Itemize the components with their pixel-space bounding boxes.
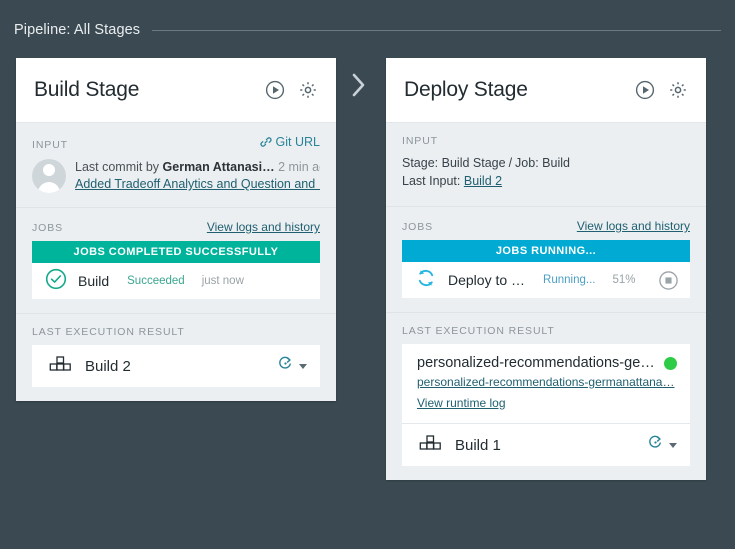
check-circle-icon (45, 268, 67, 295)
stage-title: Build Stage (34, 78, 140, 101)
jobs-status-banner: JOBS RUNNING... (402, 240, 690, 262)
git-url-label: Git URL (275, 135, 320, 149)
job-row[interactable]: Build Succeeded just now (32, 263, 320, 299)
view-logs-and-history-link[interactable]: View logs and history (207, 220, 320, 234)
page-title: Pipeline: All Stages (14, 22, 141, 38)
rerun-icon (277, 355, 294, 377)
rerun-icon (647, 434, 664, 456)
build-artifact-name: Build 1 (455, 436, 501, 454)
build-artifact-row[interactable]: Build 1 (402, 424, 690, 466)
stage-prefix: Stage: (402, 156, 442, 170)
deployed-app-title-row: personalized-recommendations-ge… (417, 355, 677, 371)
rerun-button[interactable] (277, 355, 307, 377)
deployed-app-url-text: personalized-recommendations-germanattan… (417, 375, 663, 389)
stop-circle-icon[interactable] (658, 270, 679, 291)
jobs-panel: JOBS RUNNING... Deploy to … Running... 5… (402, 240, 690, 298)
commit-byline: Last commit by German Attanasi… 2 min ag… (75, 160, 320, 174)
input-label: INPUT (32, 139, 68, 151)
view-runtime-log-link[interactable]: View runtime log (417, 396, 506, 410)
input-label: INPUT (402, 135, 438, 147)
stage-title: Deploy Stage (404, 78, 528, 101)
input-last-line: Last Input: Build 2 (402, 172, 690, 190)
commit-message-link[interactable]: Added Tradeoff Analytics and Question an… (75, 177, 320, 191)
build-artifact-name: Build 2 (85, 357, 131, 375)
build-artifact-row[interactable]: Build 2 (32, 345, 320, 387)
build-stack-icon (417, 432, 443, 459)
jobs-status-banner: JOBS COMPLETED SUCCESSFULLY (32, 241, 320, 263)
caret-down-icon (669, 442, 677, 448)
last-execution-section-deploy: LAST EXECUTION RESULT personalized-recom… (386, 312, 706, 480)
stage-card-deploy: Deploy Stage INPUT Stage: Build Stage / … (386, 58, 706, 480)
commit-time: 2 min ago (278, 160, 320, 174)
last-execution-header: LAST EXECUTION RESULT (402, 325, 690, 337)
jobs-section-deploy: JOBS View logs and history JOBS RUNNING.… (386, 206, 706, 312)
jobs-label: JOBS (32, 222, 64, 234)
build-stack-icon (47, 353, 73, 380)
jobs-section-header: JOBS View logs and history (32, 220, 320, 234)
sync-spinner-icon (415, 267, 437, 294)
commit-prefix: Last commit by (75, 160, 163, 174)
gear-icon[interactable] (666, 78, 690, 102)
rerun-button[interactable] (647, 434, 677, 456)
input-section-header: INPUT (402, 135, 690, 147)
jobs-panel: JOBS COMPLETED SUCCESSFULLY Build Succee… (32, 241, 320, 299)
job-value: Build (542, 156, 570, 170)
pipeline-header: Pipeline: All Stages (14, 20, 721, 40)
gear-icon[interactable] (296, 78, 320, 102)
deployed-app-name: personalized-recommendations-ge… (417, 355, 655, 371)
run-stage-button[interactable] (633, 78, 657, 102)
stage-card-build: Build Stage INPUT Git URL Last commit by… (16, 58, 336, 401)
job-status: Running... (543, 274, 596, 286)
jobs-section-header: JOBS View logs and history (402, 219, 690, 233)
status-badge (664, 356, 677, 370)
stage-header-actions (633, 78, 690, 102)
header-divider-line (152, 29, 721, 31)
job-progress-percent: 51% (612, 274, 636, 286)
input-separator: / (508, 156, 513, 170)
run-stage-button[interactable] (263, 78, 287, 102)
deployed-app-block: personalized-recommendations-ge… persona… (402, 344, 690, 424)
last-execution-label: LAST EXECUTION RESULT (32, 326, 185, 338)
link-icon (259, 137, 272, 147)
input-section-build: INPUT Git URL Last commit by German Atta… (16, 122, 336, 207)
job-status: Succeeded (127, 275, 185, 287)
input-section-header: INPUT Git URL (32, 135, 320, 151)
deployed-app-url-ellipsis: … (662, 375, 675, 389)
jobs-section-build: JOBS View logs and history JOBS COMPLETE… (16, 207, 336, 313)
jobs-label: JOBS (402, 221, 434, 233)
stage-value: Build Stage (441, 156, 506, 170)
stage-header-actions (263, 78, 320, 102)
last-input-prefix: Last Input: (402, 174, 464, 188)
last-execution-label: LAST EXECUTION RESULT (402, 325, 555, 337)
job-prefix: Job: (515, 156, 543, 170)
last-execution-card: Build 2 (32, 345, 320, 387)
last-execution-card: personalized-recommendations-ge… persona… (402, 344, 690, 466)
avatar (32, 159, 66, 193)
last-execution-section-build: LAST EXECUTION RESULT Build 2 (16, 313, 336, 401)
commit-author: German Attanasi… (162, 160, 275, 174)
input-section-deploy: INPUT Stage: Build Stage / Job: Build Last… (386, 122, 706, 206)
job-name: Build (78, 273, 110, 289)
job-name: Deploy to … (448, 272, 526, 288)
caret-down-icon (299, 363, 307, 369)
deployed-app-url-link[interactable]: personalized-recommendations-germanattan… (417, 375, 677, 389)
job-time: just now (201, 275, 244, 287)
job-row[interactable]: Deploy to … Running... 51% (402, 262, 690, 298)
commit-text: Last commit by German Attanasi… 2 min ag… (75, 159, 320, 191)
input-stage-line: Stage: Build Stage / Job: Build (402, 154, 690, 172)
git-url-link[interactable]: Git URL (259, 135, 320, 149)
commit-info: Last commit by German Attanasi… 2 min ag… (32, 158, 320, 193)
last-execution-header: LAST EXECUTION RESULT (32, 326, 320, 338)
view-logs-and-history-link[interactable]: View logs and history (577, 219, 690, 233)
chevron-right-icon (350, 72, 368, 98)
last-input-link[interactable]: Build 2 (464, 174, 502, 188)
stage-header-deploy: Deploy Stage (386, 58, 706, 122)
stage-header-build: Build Stage (16, 58, 336, 122)
